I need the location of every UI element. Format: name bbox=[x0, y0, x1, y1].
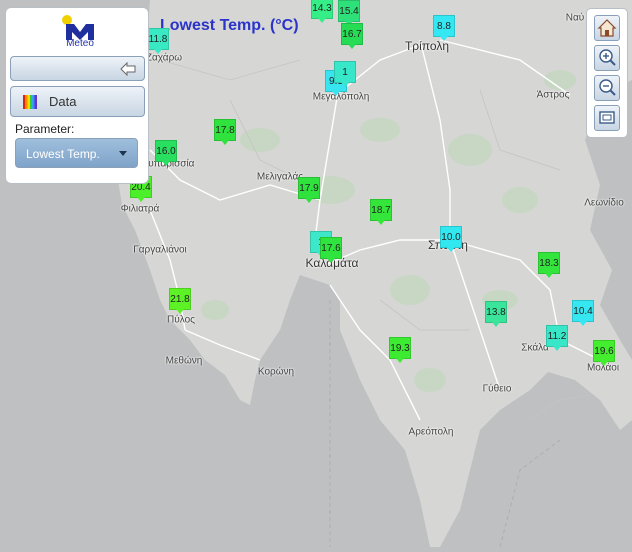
station-marker[interactable]: 10.0 bbox=[440, 226, 462, 252]
data-button[interactable]: Data bbox=[10, 86, 145, 117]
station-value: 16.0 bbox=[156, 145, 176, 157]
zoom-in-icon bbox=[599, 49, 616, 66]
place-label: Ναύ bbox=[565, 12, 585, 24]
place-label: Μεγαλόπολη bbox=[312, 91, 370, 103]
station-value: 10.4 bbox=[573, 305, 593, 317]
map-toolbar bbox=[586, 8, 628, 138]
station-marker[interactable]: 18.7 bbox=[370, 199, 392, 225]
station-marker[interactable]: 16.0 bbox=[155, 140, 177, 166]
station-marker[interactable]: 17.6 bbox=[320, 237, 342, 263]
station-marker[interactable]: 16.7 bbox=[341, 23, 363, 49]
zoom-in-button[interactable] bbox=[594, 45, 620, 71]
station-value: 17.9 bbox=[299, 182, 319, 194]
station-marker[interactable]: 1 bbox=[334, 61, 356, 87]
place-label: Λεωνίδιο bbox=[584, 197, 624, 209]
station-value: 8.8 bbox=[437, 20, 451, 32]
place-label: Τρίπολη bbox=[404, 39, 450, 53]
station-value: 13.8 bbox=[486, 306, 506, 318]
station-marker[interactable]: 11.8 bbox=[147, 28, 169, 54]
station-value: 17.8 bbox=[215, 124, 235, 136]
chevron-down-icon bbox=[119, 151, 127, 156]
collapse-panel-button[interactable] bbox=[10, 56, 145, 81]
station-value: 14.3 bbox=[312, 2, 332, 14]
place-label: Γύθειο bbox=[482, 383, 512, 395]
map-title: Lowest Temp. (°C) bbox=[160, 17, 299, 34]
side-panel: Meteo Data Parameter: Lowest Temp. bbox=[5, 7, 149, 184]
station-marker[interactable]: 8.8 bbox=[433, 15, 455, 41]
station-value: 16.7 bbox=[342, 28, 362, 40]
zoom-extent-button[interactable] bbox=[594, 105, 620, 131]
station-marker[interactable]: 19.6 bbox=[593, 340, 615, 366]
home-icon bbox=[597, 19, 617, 37]
station-marker[interactable]: 21.8 bbox=[169, 288, 191, 314]
logo-text: Meteo bbox=[66, 38, 94, 49]
place-label: Κορώνη bbox=[257, 366, 295, 378]
data-button-label: Data bbox=[49, 94, 77, 109]
station-value: 18.3 bbox=[539, 257, 559, 269]
station-value: 19.3 bbox=[390, 342, 410, 354]
place-label: Ζαχάρω bbox=[145, 52, 183, 64]
zoom-out-button[interactable] bbox=[594, 75, 620, 101]
station-value: 11.2 bbox=[547, 330, 567, 342]
place-label: Πύλος bbox=[167, 314, 195, 326]
station-value: 11.8 bbox=[148, 33, 168, 45]
parameter-label: Parameter: bbox=[15, 122, 75, 136]
station-value: 19.6 bbox=[594, 345, 614, 357]
parameter-select[interactable]: Lowest Temp. bbox=[15, 138, 138, 168]
station-marker[interactable]: 11.2 bbox=[546, 325, 568, 351]
station-marker[interactable]: 13.8 bbox=[485, 301, 507, 327]
station-marker[interactable]: 17.9 bbox=[298, 177, 320, 203]
place-label: Γαργαλιάνοι bbox=[133, 244, 187, 256]
station-value: 1 bbox=[342, 66, 348, 78]
station-value: 10.0 bbox=[441, 231, 461, 243]
station-marker[interactable]: 14.3 bbox=[311, 0, 333, 23]
place-label: Αρεόπολη bbox=[408, 426, 454, 438]
station-value: 15.4 bbox=[339, 5, 359, 17]
arrow-left-icon bbox=[120, 62, 136, 76]
station-value: 18.7 bbox=[371, 204, 391, 216]
zoom-out-icon bbox=[599, 79, 616, 96]
place-label: Φιλιατρά bbox=[120, 203, 160, 215]
station-marker[interactable]: 19.3 bbox=[389, 337, 411, 363]
place-label: Μεθώνη bbox=[165, 355, 203, 367]
station-marker[interactable]: 18.3 bbox=[538, 252, 560, 278]
station-value: 17.6 bbox=[321, 242, 341, 254]
station-marker[interactable]: 15.4 bbox=[338, 0, 360, 26]
color-palette-icon bbox=[23, 95, 37, 109]
place-label: Μελιγαλάς bbox=[256, 171, 304, 183]
place-label: Άστρος bbox=[536, 89, 570, 101]
parameter-select-value: Lowest Temp. bbox=[26, 147, 100, 161]
zoom-extent-icon bbox=[599, 111, 615, 124]
place-label: Σκάλα bbox=[521, 342, 549, 354]
station-value: 21.8 bbox=[170, 293, 190, 305]
station-marker[interactable]: 17.8 bbox=[214, 119, 236, 145]
home-button[interactable] bbox=[594, 15, 620, 41]
station-marker[interactable]: 10.4 bbox=[572, 300, 594, 326]
